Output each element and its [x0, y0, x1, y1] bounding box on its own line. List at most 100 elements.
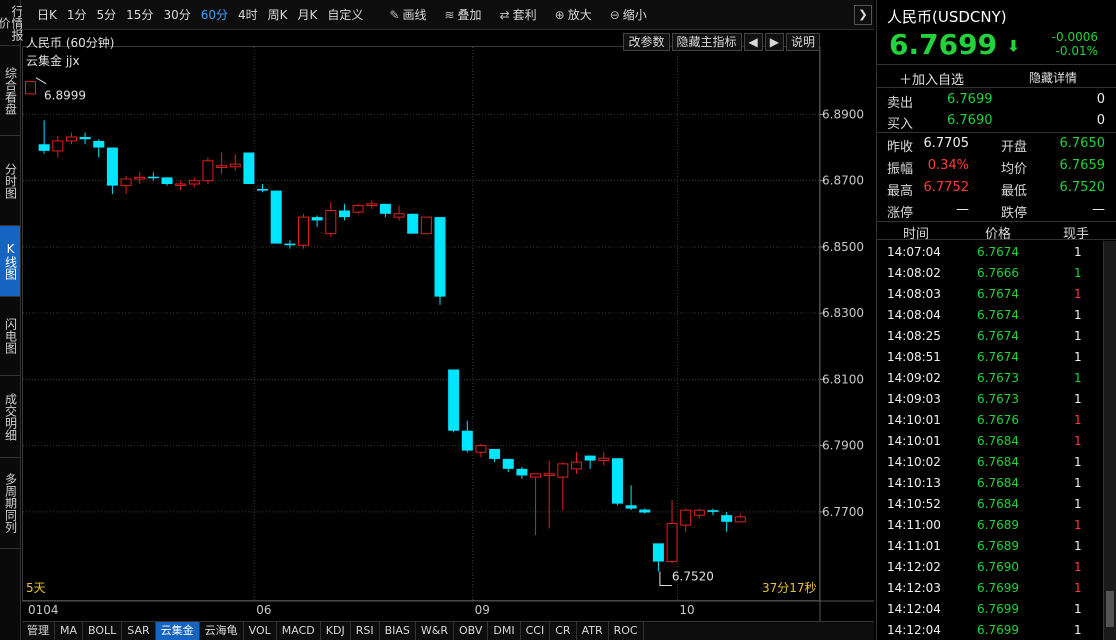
left-tab-5[interactable]: 成交明细: [0, 376, 20, 458]
chart-button-2[interactable]: ◀: [743, 33, 763, 51]
period-tab-5[interactable]: 60分: [196, 0, 233, 30]
toolbar-tool-1[interactable]: ≋ 叠加: [439, 0, 486, 30]
indicator-tab-17[interactable]: ROC: [609, 622, 644, 640]
tick-time: 14:11:00: [887, 518, 941, 532]
y-tick-label: 6.8500: [822, 240, 864, 254]
period-tab-7[interactable]: 周K: [263, 0, 293, 30]
bar-countdown: 37分17秒: [762, 581, 817, 595]
candle-body: [639, 509, 651, 513]
stat-value: 6.7705: [923, 136, 970, 151]
candle-body: [557, 463, 569, 478]
y-tick-label: 6.8100: [822, 372, 864, 386]
period-tab-0[interactable]: 日K: [32, 0, 62, 30]
tick-volume: 1: [1074, 392, 1082, 406]
stat-label: 跌停: [1001, 206, 1028, 221]
indicator-tab-5[interactable]: 云海龟: [200, 622, 244, 640]
chart-button-3[interactable]: ▶: [764, 33, 784, 51]
period-tab-9[interactable]: 自定义: [322, 0, 368, 30]
tick-time: 14:12:04: [887, 602, 941, 616]
candle-body: [530, 473, 542, 478]
candle-body: [52, 140, 64, 152]
indicator-tab-11[interactable]: W&R: [416, 622, 454, 640]
indicator-tab-15[interactable]: CR: [550, 622, 577, 640]
stat-value: 6.7650: [1059, 136, 1106, 151]
left-tab-1[interactable]: 综合看盘: [0, 46, 20, 136]
toolbar-tool-3[interactable]: ⊕ 放大: [550, 0, 597, 30]
indicator-tab-2[interactable]: BOLL: [83, 622, 123, 640]
ticks-header-price: 价格: [985, 227, 1012, 242]
stat-value: 6.7659: [1059, 158, 1106, 173]
layers-icon: ≋: [444, 7, 455, 22]
left-tab-0[interactable]: 行情报价: [0, 0, 24, 46]
indicator-tab-16[interactable]: ATR: [577, 622, 609, 640]
kline-chart[interactable]: 6.8900 6.8700 6.8500 6.8300 6.8100 6.7900 6.77…: [22, 30, 874, 621]
chart-buttons: 改参数 隐藏主指标 ◀ ▶ 说明: [621, 33, 820, 51]
candle-body: [584, 455, 596, 461]
high-marker: [35, 77, 47, 85]
period-tab-3[interactable]: 15分: [121, 0, 158, 30]
tick-row: 14:10:01 6.7684 1: [877, 431, 1103, 452]
toolbar-next-button[interactable]: ❯: [854, 5, 872, 25]
candle-body: [325, 209, 337, 235]
indicator-tab-13[interactable]: DMI: [488, 622, 521, 640]
candle-body: [379, 203, 391, 214]
stat-value: 6.7520: [1059, 180, 1106, 195]
candle-body: [25, 81, 36, 95]
candle-body: [393, 213, 405, 218]
left-tab-3[interactable]: K线图: [0, 226, 20, 297]
candle-body: [284, 243, 296, 246]
sell-price: 6.7699: [947, 92, 993, 107]
left-tab-6[interactable]: 多周期同列: [0, 458, 20, 549]
hide-detail-button[interactable]: 隐藏详情: [1029, 69, 1077, 86]
range-label: 5天: [26, 581, 46, 595]
indicator-tab-3[interactable]: SAR: [122, 622, 156, 640]
tick-time: 14:12:04: [887, 623, 941, 637]
indicator-tab-12[interactable]: OBV: [454, 622, 489, 640]
indicator-tab-14[interactable]: CCI: [521, 622, 551, 640]
indicator-tab-8[interactable]: KDJ: [321, 622, 351, 640]
toolbar-tool-4[interactable]: ⊖ 缩小: [605, 0, 652, 30]
add-watchlist-button[interactable]: ＋加入自选: [899, 69, 964, 88]
last-price-value: 6.7699: [889, 28, 998, 61]
indicator-tab-4[interactable]: 云集金: [155, 622, 200, 640]
stat-value: —: [1092, 202, 1105, 217]
candle-body: [407, 213, 419, 234]
x-tick-label: 10: [679, 603, 694, 617]
candle-body: [543, 473, 555, 476]
sell-label: 卖出: [887, 96, 914, 111]
ticks-scrollbar[interactable]: [1103, 241, 1116, 640]
period-tab-8[interactable]: 月K: [293, 0, 323, 30]
candle-body: [571, 461, 582, 470]
indicator-tab-9[interactable]: RSI: [351, 622, 380, 640]
y-tick-label: 6.7700: [822, 505, 864, 519]
tick-time: 14:09:03: [887, 392, 941, 406]
indicator-tab-0[interactable]: 管理: [22, 622, 55, 640]
candle-body: [489, 448, 501, 459]
tick-volume: 1: [1074, 476, 1082, 490]
ticks-scroll-thumb[interactable]: [1106, 591, 1114, 627]
tick-row: 14:08:03 6.7674 1: [877, 284, 1103, 305]
period-tab-2[interactable]: 5分: [92, 0, 122, 30]
plot-frame: [22, 46, 820, 601]
period-tab-4[interactable]: 30分: [158, 0, 195, 30]
stat-value: 6.7752: [923, 180, 970, 195]
tick-price: 6.7689: [977, 518, 1019, 532]
toolbar-tool-label: 放大: [567, 7, 592, 22]
toolbar-tool-0[interactable]: ✎ 画线: [384, 0, 431, 30]
chart-button-0[interactable]: 改参数: [623, 33, 670, 51]
period-tab-1[interactable]: 1分: [62, 0, 92, 30]
toolbar-tool-2[interactable]: ⇄ 套利: [495, 0, 542, 30]
candle-body: [734, 516, 746, 523]
stat-value: 0.34%: [927, 158, 969, 173]
indicator-tab-1[interactable]: MA: [55, 622, 84, 640]
period-tab-6[interactable]: 4时: [233, 0, 263, 30]
candle-body: [420, 216, 432, 235]
indicator-tab-7[interactable]: MACD: [277, 622, 321, 640]
indicator-tab-10[interactable]: BIAS: [380, 622, 416, 640]
chart-button-4[interactable]: 说明: [785, 33, 820, 51]
chart-button-1[interactable]: 隐藏主指标: [671, 33, 742, 51]
indicator-tab-6[interactable]: VOL: [244, 622, 277, 640]
stat-row: 振幅 0.34% 均价 6.7659: [877, 156, 1116, 177]
left-tab-2[interactable]: 分时图: [0, 136, 20, 226]
left-tab-4[interactable]: 闪电图: [0, 297, 20, 376]
